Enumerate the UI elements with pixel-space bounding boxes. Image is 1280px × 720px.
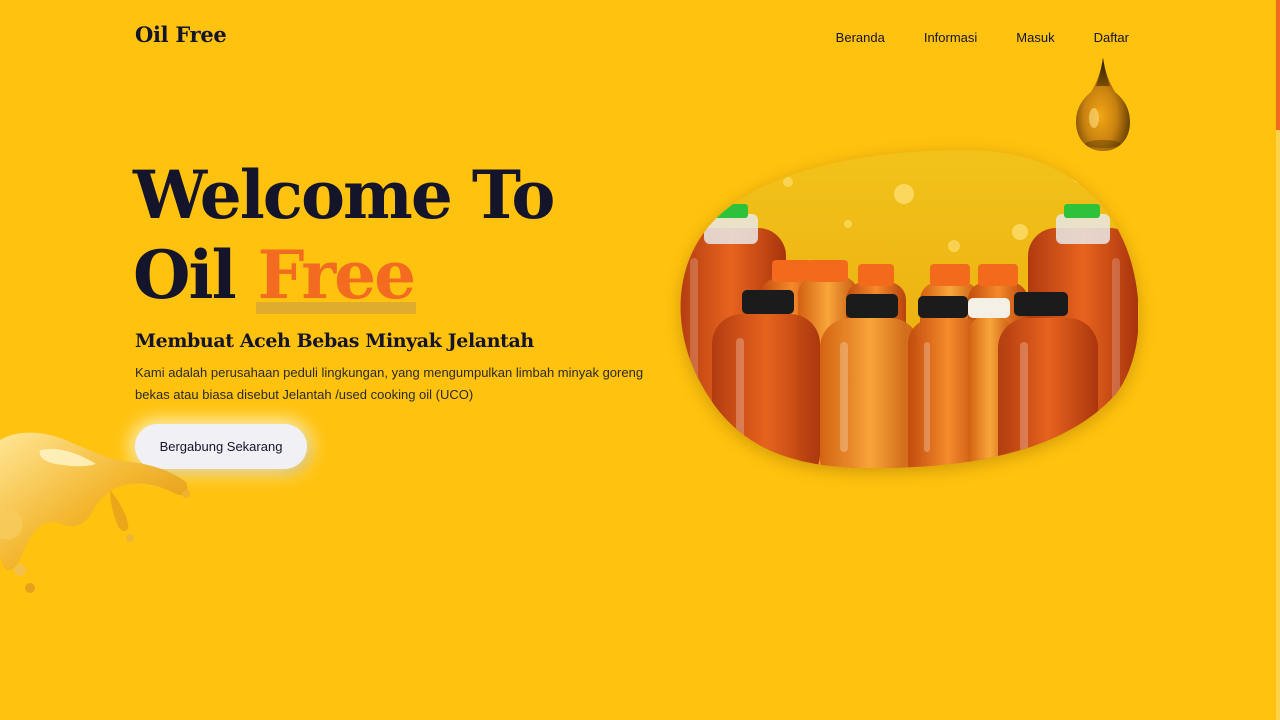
hero-title-line1: Welcome To — [133, 156, 555, 234]
main-nav: Beranda Informasi Masuk Daftar — [836, 30, 1129, 45]
hero-subtitle: Membuat Aceh Bebas Minyak Jelantah — [135, 330, 534, 352]
nav-link-daftar[interactable]: Daftar — [1094, 30, 1129, 45]
hero-title-accent: Free — [255, 236, 416, 314]
hero-title: Welcome To Oil Free — [133, 155, 555, 315]
hero-description: Kami adalah perusahaan peduli lingkungan… — [135, 365, 644, 402]
scrollbar-thumb[interactable] — [1276, 0, 1280, 130]
nav-link-beranda[interactable]: Beranda — [836, 30, 885, 45]
hero-title-line2: Oil Free — [133, 235, 553, 315]
nav-link-informasi[interactable]: Informasi — [924, 30, 977, 45]
oil-drop-icon — [1076, 58, 1130, 151]
site-logo[interactable]: Oil Free — [135, 22, 227, 47]
oil-bottles-image — [680, 150, 1139, 469]
hero-title-prefix: Oil — [133, 236, 237, 314]
oil-splash-image — [0, 432, 190, 593]
scrollbar-track[interactable] — [1276, 130, 1280, 720]
nav-link-masuk[interactable]: Masuk — [1016, 30, 1054, 45]
